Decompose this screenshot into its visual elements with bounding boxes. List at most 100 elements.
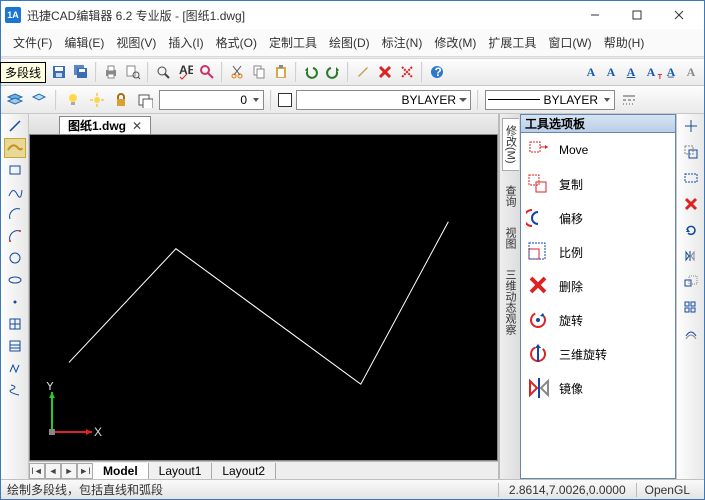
- palette-item-copy[interactable]: 复制: [521, 167, 675, 201]
- scale2-icon[interactable]: [680, 272, 702, 292]
- menu-custom[interactable]: 定制工具: [263, 31, 323, 54]
- textstyle-underline[interactable]: A: [622, 63, 640, 81]
- block-tool[interactable]: [4, 314, 26, 334]
- tab-nav-next[interactable]: ►: [61, 463, 77, 479]
- arc-tool[interactable]: [4, 204, 26, 224]
- layout-2[interactable]: Layout2: [212, 463, 276, 479]
- palette-item-label: 偏移: [559, 210, 583, 227]
- vtab-3dorbit[interactable]: 三维动态观察: [502, 263, 518, 341]
- palette-item-rotate3d[interactable]: 三维旋转: [521, 337, 675, 371]
- redo-icon[interactable]: [323, 62, 343, 82]
- delete-icon: [525, 273, 553, 299]
- tab-nav-first[interactable]: I◄: [29, 463, 45, 479]
- move-icon: [525, 137, 553, 163]
- paste-icon[interactable]: [271, 62, 291, 82]
- layout-model[interactable]: Model: [93, 463, 149, 479]
- mirror2-icon[interactable]: [680, 246, 702, 266]
- ellipse-tool[interactable]: [4, 270, 26, 290]
- array-icon[interactable]: [680, 298, 702, 318]
- save-icon[interactable]: [49, 62, 69, 82]
- layout-1[interactable]: Layout1: [149, 463, 213, 479]
- palette-item-move[interactable]: Move: [521, 133, 675, 167]
- trace-tool[interactable]: [4, 358, 26, 378]
- copy-icon[interactable]: [249, 62, 269, 82]
- palette-item-delete[interactable]: 删除: [521, 269, 675, 303]
- spellcheck-icon[interactable]: ABC: [175, 62, 195, 82]
- vtab-modify[interactable]: 修改(M): [502, 118, 519, 171]
- copy2-icon[interactable]: [680, 142, 702, 162]
- lineweight-combo[interactable]: BYLAYER: [485, 90, 615, 110]
- menu-insert[interactable]: 插入(I): [162, 31, 209, 54]
- menu-modify[interactable]: 修改(M): [428, 31, 482, 54]
- layer-color-icon[interactable]: [135, 90, 155, 110]
- canvas[interactable]: X Y: [29, 134, 498, 461]
- stretch-icon[interactable]: [680, 168, 702, 188]
- palette-item-scale[interactable]: 比例: [521, 235, 675, 269]
- printpreview-icon[interactable]: [123, 62, 143, 82]
- layer-combo[interactable]: 0: [159, 90, 264, 110]
- hatch-tool[interactable]: [4, 336, 26, 356]
- tab-nav-prev[interactable]: ◄: [45, 463, 61, 479]
- palette-item-rotate[interactable]: 旋转: [521, 303, 675, 337]
- textstyle-A2[interactable]: A: [602, 63, 620, 81]
- offset2-icon[interactable]: [680, 324, 702, 344]
- erase-dashed-icon[interactable]: [397, 62, 417, 82]
- color-swatch[interactable]: [278, 93, 292, 107]
- layerstate-icon[interactable]: [29, 90, 49, 110]
- minimize-button[interactable]: [574, 3, 616, 27]
- point-tool[interactable]: [4, 292, 26, 312]
- textstyle-A5[interactable]: A: [682, 63, 700, 81]
- vtab-view[interactable]: 视图: [502, 221, 518, 255]
- maximize-button[interactable]: [616, 3, 658, 27]
- rectangle-tool[interactable]: [4, 160, 26, 180]
- textstyle-A1[interactable]: A: [582, 63, 600, 81]
- layer-manager-icon[interactable]: [5, 90, 25, 110]
- line-tool[interactable]: [4, 116, 26, 136]
- palette-item-label: Move: [559, 143, 588, 157]
- move-icon[interactable]: [680, 116, 702, 136]
- undo-icon[interactable]: [301, 62, 321, 82]
- polyline-tool[interactable]: [4, 138, 26, 158]
- palette-item-offset[interactable]: 偏移: [521, 201, 675, 235]
- menu-format[interactable]: 格式(O): [210, 31, 263, 54]
- svg-text:?: ?: [435, 65, 442, 79]
- find-icon[interactable]: [153, 62, 173, 82]
- rotate2-icon[interactable]: [680, 220, 702, 240]
- vtab-inquiry[interactable]: 查询: [502, 179, 518, 213]
- menu-dim[interactable]: 标注(N): [376, 31, 429, 54]
- textstyle-A4[interactable]: A̲: [662, 63, 680, 81]
- lock-icon[interactable]: [111, 90, 131, 110]
- close-button[interactable]: [658, 3, 700, 27]
- print-icon[interactable]: [101, 62, 121, 82]
- linetype-icon[interactable]: [619, 90, 639, 110]
- menu-file[interactable]: 文件(F): [7, 31, 58, 54]
- saveall-icon[interactable]: [71, 62, 91, 82]
- tab-nav-last[interactable]: ►I: [77, 463, 93, 479]
- menu-draw[interactable]: 绘图(D): [323, 31, 376, 54]
- brush-icon[interactable]: [353, 62, 373, 82]
- helix-tool[interactable]: [4, 380, 26, 400]
- spline-tool[interactable]: [4, 182, 26, 202]
- arc3p-tool[interactable]: [4, 226, 26, 246]
- menu-ext[interactable]: 扩展工具: [482, 31, 542, 54]
- layout-tabs: I◄ ◄ ► ►I Model Layout1 Layout2: [29, 461, 498, 479]
- textstyle-A3[interactable]: AT: [642, 63, 660, 81]
- rotate-icon: [525, 307, 553, 333]
- delete2-icon[interactable]: [680, 194, 702, 214]
- tab-close-icon[interactable]: ✕: [132, 119, 142, 133]
- lightbulb-icon[interactable]: [63, 90, 83, 110]
- menu-view[interactable]: 视图(V): [110, 31, 162, 54]
- scale-icon: [525, 239, 553, 265]
- help-icon[interactable]: ?: [427, 62, 447, 82]
- menu-help[interactable]: 帮助(H): [598, 31, 651, 54]
- doc-tab[interactable]: 图纸1.dwg✕: [59, 116, 151, 134]
- cut-icon[interactable]: [227, 62, 247, 82]
- circle-tool[interactable]: [4, 248, 26, 268]
- linetype-combo[interactable]: BYLAYER: [296, 90, 471, 110]
- audit-icon[interactable]: [197, 62, 217, 82]
- menu-edit[interactable]: 编辑(E): [58, 31, 110, 54]
- palette-item-mirror[interactable]: 镜像: [521, 371, 675, 405]
- menu-window[interactable]: 窗口(W): [542, 31, 597, 54]
- erase-red-icon[interactable]: [375, 62, 395, 82]
- sun-icon[interactable]: [87, 90, 107, 110]
